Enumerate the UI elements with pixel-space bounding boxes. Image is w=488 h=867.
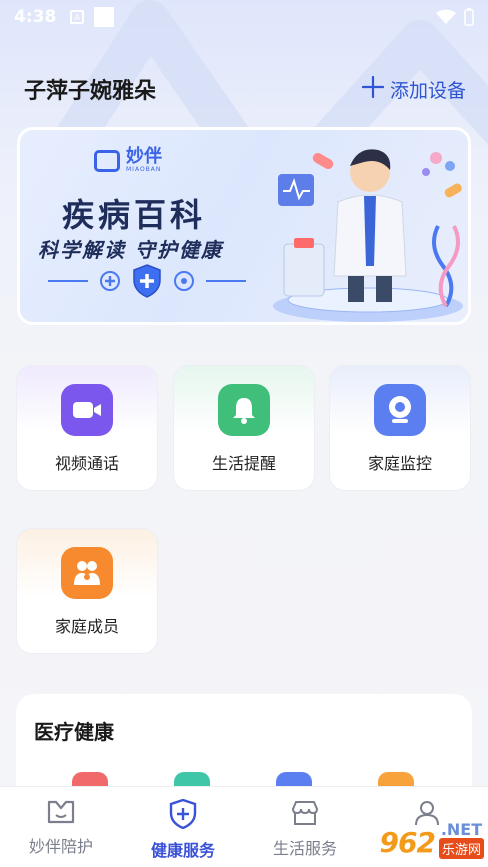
wifi-icon — [436, 9, 456, 24]
family-members-card[interactable]: 家庭成员 — [16, 528, 158, 654]
banner-subtitle: 科学解读 守护健康 — [38, 238, 223, 262]
add-device-button[interactable]: 添加设备 — [361, 75, 466, 103]
brand-logo-icon — [94, 149, 120, 172]
brand-sub: MIAOBAN — [126, 166, 162, 173]
home-monitor-label: 家庭监控 — [367, 454, 432, 473]
health-shield-icon — [169, 799, 197, 829]
video-call-card[interactable]: 视频通话 — [16, 365, 158, 491]
tab-health-service[interactable]: 健康服务 — [122, 787, 244, 867]
life-reminder-card[interactable]: 生活提醒 — [173, 365, 315, 491]
user-name: 子萍子婉雅朵 — [24, 79, 157, 104]
tab-life-service-label: 生活服务 — [272, 839, 337, 858]
notification-a-icon: A — [70, 10, 85, 24]
square-icon — [94, 7, 115, 27]
shield-icon — [133, 264, 161, 298]
tab-companion-label: 妙伴陪护 — [28, 837, 93, 856]
store-icon — [291, 801, 319, 825]
tab-health-service-label: 健康服务 — [150, 841, 215, 860]
bell-icon — [218, 384, 270, 436]
battery-icon — [464, 8, 474, 26]
webcam-icon — [374, 384, 426, 436]
watermark-number: 962 — [379, 826, 436, 859]
video-call-label: 视频通话 — [54, 454, 119, 473]
watermark-net: .NET — [440, 820, 483, 839]
doctor-illustration — [273, 149, 463, 322]
tab-companion[interactable]: 妙伴陪护 — [0, 787, 122, 867]
disease-encyclopedia-banner[interactable]: 妙伴 MIAOBAN 疾病百科 科学解读 守护健康 — [17, 127, 471, 325]
medical-cross-icon — [100, 271, 120, 291]
virus-icon — [174, 271, 194, 291]
watermark-logo: 962 .NET 乐游网 — [380, 822, 484, 859]
family-members-label: 家庭成员 — [54, 617, 119, 636]
brand-name: 妙伴 — [126, 146, 162, 167]
family-icon — [61, 547, 113, 599]
video-camera-icon — [61, 384, 113, 436]
status-time: 4:38 — [14, 7, 57, 27]
banner-icons-row — [48, 264, 246, 298]
status-bar: 4:38 A — [0, 0, 488, 34]
watermark-site: 乐游网 — [438, 838, 484, 859]
banner-title: 疾病百科 — [62, 196, 207, 234]
line-decoration-left — [48, 280, 88, 282]
brand-logo: 妙伴 MIAOBAN — [94, 148, 162, 173]
life-reminder-label: 生活提醒 — [211, 454, 276, 473]
header: 子萍子婉雅朵 添加设备 — [24, 72, 466, 106]
plus-icon — [361, 75, 385, 103]
tab-life-service[interactable]: 生活服务 — [244, 787, 366, 867]
home-monitor-card[interactable]: 家庭监控 — [329, 365, 471, 491]
add-device-label: 添加设备 — [389, 79, 466, 102]
line-decoration-right — [206, 280, 246, 282]
companion-icon — [47, 800, 75, 824]
medical-health-title: 医疗健康 — [34, 720, 114, 744]
